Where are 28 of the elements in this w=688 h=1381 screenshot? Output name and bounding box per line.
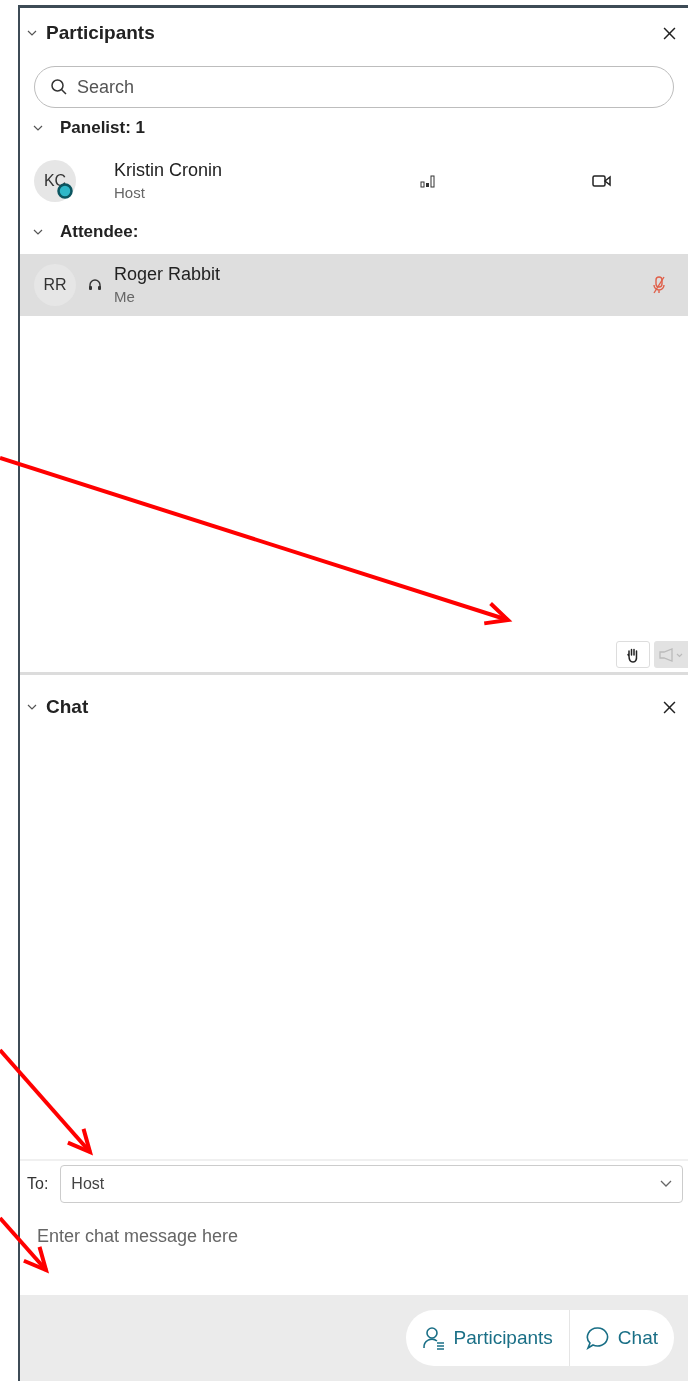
video-camera-icon[interactable] xyxy=(592,174,612,188)
headset-icon xyxy=(87,277,103,293)
group-header: Panelist: 1 xyxy=(60,117,146,140)
group-header: Attendee: xyxy=(60,221,139,244)
participant-role: Me xyxy=(114,288,136,308)
search-field[interactable]: Search xyxy=(34,66,674,108)
participant-name: Roger Rabbit xyxy=(114,262,221,286)
panel-title: Chat xyxy=(46,694,89,719)
message-field[interactable]: Enter chat message here xyxy=(20,1207,688,1295)
panel-title: Participants xyxy=(46,20,155,45)
participants-icon xyxy=(421,1326,446,1350)
participant-row[interactable]: RR Roger Rabbit Me xyxy=(20,254,688,316)
audio-level-icon xyxy=(420,174,436,188)
participant-role: Host xyxy=(114,184,146,204)
participant-name: Kristin Cronin xyxy=(114,158,223,182)
megaphone-icon xyxy=(658,647,684,662)
close-icon[interactable] xyxy=(663,700,676,714)
muted-microphone-icon[interactable] xyxy=(652,275,666,295)
search-icon xyxy=(50,78,68,96)
chat-bubble-icon xyxy=(585,1326,610,1350)
caret-icon xyxy=(660,1180,672,1188)
chat-button[interactable]: Chat xyxy=(568,1310,674,1366)
raise-hand-button[interactable] xyxy=(616,641,650,668)
recipient-dropdown[interactable]: Host xyxy=(60,1165,683,1203)
avatar: RR xyxy=(34,264,76,306)
to-label: To: xyxy=(27,1174,49,1194)
close-icon[interactable] xyxy=(663,26,676,40)
participants-button[interactable]: Participants xyxy=(405,1310,569,1366)
